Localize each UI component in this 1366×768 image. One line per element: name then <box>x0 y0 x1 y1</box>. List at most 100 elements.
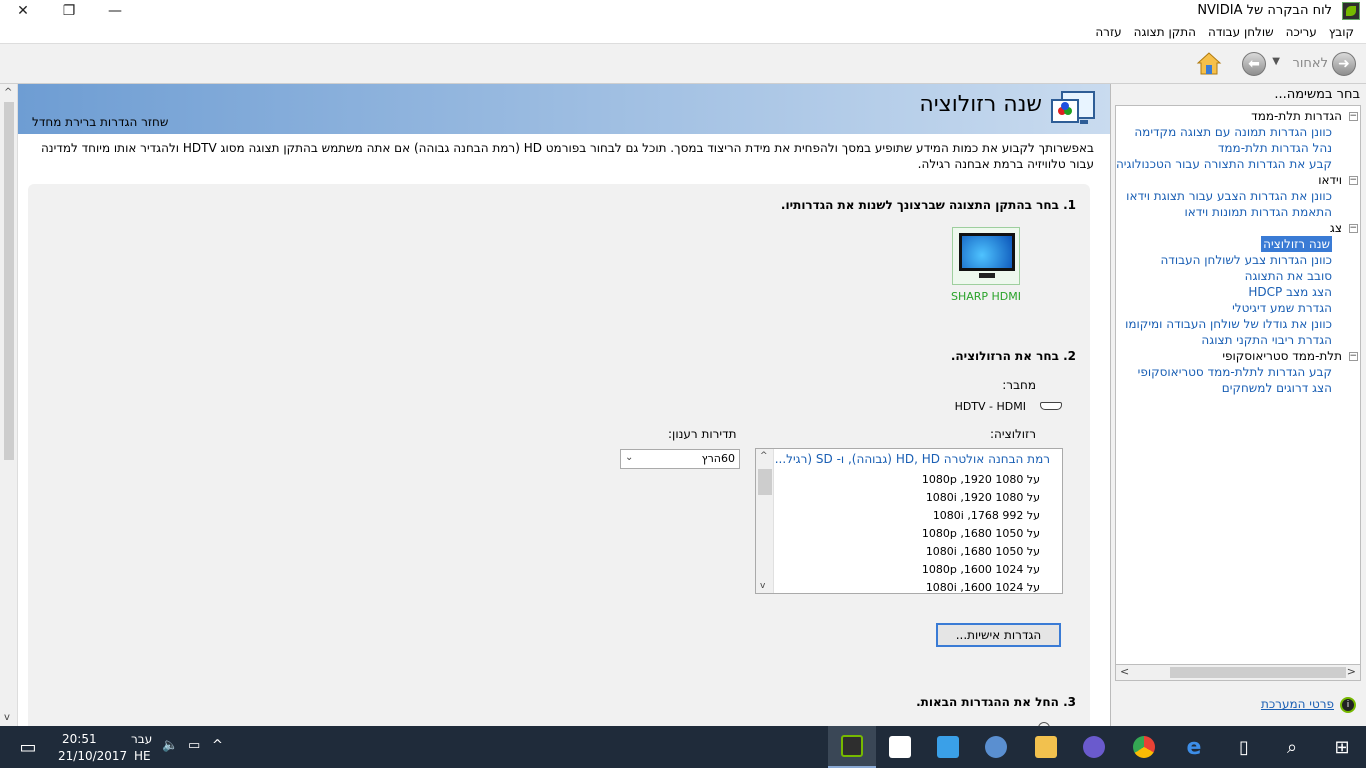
tree-item[interactable]: הצג דרוגים למשחקים <box>1222 380 1332 396</box>
forward-arrow-icon[interactable]: ⬅ <box>1242 52 1266 76</box>
maximize-button[interactable]: ❐ <box>46 0 92 22</box>
tree-item[interactable]: נהל הגדרות תלת-ממד <box>1218 140 1332 156</box>
scroll-down-icon[interactable]: v <box>760 581 765 591</box>
scroll-up-icon[interactable]: ^ <box>760 451 768 461</box>
resolution-item[interactable]: 1080i ,1920 על 1080 <box>926 491 1040 504</box>
tree-category-stereo-3d[interactable]: תלת-ממד סטריאוסקופי <box>1222 348 1342 364</box>
scroll-up-icon[interactable]: ^ <box>4 87 12 98</box>
windows-start-icon[interactable]: ⊞ <box>1318 726 1366 768</box>
tree-category-video[interactable]: וידאו <box>1318 172 1342 188</box>
page-description: באפשרותך לקבוע את כמות המידע שתופיע במסך… <box>40 141 1094 171</box>
resolution-item[interactable]: 1080p ,1680 על 1050 <box>922 527 1040 540</box>
task-pane: בחר במשימה... − הגדרות תלת-ממד כוונן הגד… <box>1110 84 1366 726</box>
tree-item[interactable]: קבע את הגדרות התצורה עבור הטכנולוגיה <box>1116 156 1332 172</box>
collapse-icon[interactable]: − <box>1349 112 1358 121</box>
display-name[interactable]: SHARP HDMI <box>938 290 1034 303</box>
connector-label: מחבר: <box>1002 378 1036 392</box>
photos-taskbar-icon[interactable] <box>876 726 924 768</box>
control-panel-taskbar-icon[interactable] <box>924 726 972 768</box>
search-icon[interactable]: ⌕ <box>1268 726 1316 768</box>
tree-item[interactable]: הצג מצב HDCP <box>1248 284 1332 300</box>
menu-display-device[interactable]: התקן תצוגה <box>1128 22 1202 43</box>
back-label[interactable]: לאחור <box>1293 56 1328 71</box>
collapse-icon[interactable]: − <box>1349 352 1358 361</box>
clock-date[interactable]: 21/10/2017 <box>58 749 127 763</box>
battery-icon[interactable]: ▭ <box>188 738 200 753</box>
customize-button[interactable]: הגדרות אישיות... <box>936 623 1061 647</box>
refresh-rate-select[interactable]: 60הרץ ⌄ <box>620 449 740 469</box>
resolution-list[interactable]: ^ v רמת הבחנה אולטרה HD, HD (גבוהה), ו- … <box>755 448 1063 594</box>
resolution-label: רזולוציה: <box>990 427 1036 441</box>
scroll-right-icon[interactable]: > <box>1347 665 1356 678</box>
app-taskbar-icon[interactable] <box>972 726 1020 768</box>
resolution-group-header[interactable]: רמת הבחנה אולטרה HD, HD (גבוהה), ו- SD (… <box>775 452 1050 466</box>
main-vertical-scrollbar[interactable]: ^ v <box>0 84 18 726</box>
volume-icon[interactable]: 🔈 <box>162 738 178 753</box>
collapse-icon[interactable]: − <box>1349 176 1358 185</box>
scroll-thumb[interactable] <box>1170 667 1346 678</box>
tree-item[interactable]: סובב את התצוגה <box>1245 268 1332 284</box>
close-button[interactable]: ✕ <box>0 0 46 22</box>
clock-time[interactable]: 20:51 <box>62 732 97 746</box>
tree-item-selected[interactable]: שנה רזולוציה <box>1261 236 1332 252</box>
page-title: שנה רזולוציה <box>919 92 1042 117</box>
step1-title: 1. בחר בהתקן התצוגה שברצונך לשנות את הגד… <box>780 198 1076 212</box>
tree-item[interactable]: התאמת הגדרות תמונות וידאו <box>1184 204 1332 220</box>
change-resolution-icon <box>1051 91 1095 124</box>
tree-category-3d[interactable]: הגדרות תלת-ממד <box>1251 108 1342 124</box>
main-content: שנה רזולוציה שחזר הגדרות ברירת מחדל באפש… <box>18 84 1110 726</box>
task-view-icon[interactable]: ▯ <box>1220 726 1268 768</box>
scroll-thumb[interactable] <box>4 102 14 460</box>
title-bar: ✕ ❐ — לוח הבקרה של NVIDIA <box>0 0 1366 22</box>
toolbar: ➜ לאחור ▼ ⬅ <box>0 44 1366 84</box>
system-information-link[interactable]: פרטי המערכת <box>1261 697 1334 711</box>
media-player-taskbar-icon[interactable] <box>1070 726 1118 768</box>
back-dropdown-icon[interactable]: ▼ <box>1272 56 1280 67</box>
file-explorer-taskbar-icon[interactable] <box>1022 726 1070 768</box>
menu-file[interactable]: קובץ <box>1323 22 1360 43</box>
tree-item[interactable]: קבע הגדרות לתלת-ממד סטריאוסקופי <box>1138 364 1332 380</box>
language-indicator[interactable]: עבר <box>131 732 152 746</box>
chrome-taskbar-icon[interactable] <box>1120 726 1168 768</box>
menu-desktop[interactable]: שולחן עבודה <box>1202 22 1280 43</box>
edge-taskbar-icon[interactable]: e <box>1170 726 1218 768</box>
resolution-item[interactable]: 1080p ,1600 על 1024 <box>922 563 1040 576</box>
chevron-down-icon: ⌄ <box>625 452 634 463</box>
resolution-item[interactable]: 1080p ,1920 על 1080 <box>922 473 1040 486</box>
restore-defaults-link[interactable]: שחזר הגדרות ברירת מחדל <box>32 115 168 129</box>
show-hidden-icons-icon[interactable]: ^ <box>212 738 223 753</box>
collapse-icon[interactable]: − <box>1349 224 1358 233</box>
resolution-item[interactable]: 1080i ,1768 על 992 <box>933 509 1040 522</box>
tree-item[interactable]: הגדרת שמע דיגיטלי <box>1232 300 1332 316</box>
tree-category-display[interactable]: צג <box>1330 220 1342 236</box>
scroll-left-icon[interactable]: < <box>1120 665 1129 678</box>
window-title: לוח הבקרה של NVIDIA <box>1197 3 1332 18</box>
resolution-item[interactable]: 1080i ,1600 על 1024 <box>926 581 1040 593</box>
info-icon[interactable]: i <box>1340 697 1356 713</box>
scroll-down-icon[interactable]: v <box>4 712 10 723</box>
taskbar: ▭ 20:51 21/10/2017 עבר HE 🔈 ▭ ^ e ▯ ⌕ ⊞ <box>0 726 1366 768</box>
scroll-thumb[interactable] <box>758 469 772 495</box>
resolution-list-scrollbar[interactable]: ^ v <box>756 449 774 593</box>
tree-item[interactable]: כוונן את הגדרות הצבע עבור תצוגת וידאו <box>1126 188 1332 204</box>
tree-item[interactable]: כוונן הגדרות תמונה עם תצוגה מקדימה <box>1134 124 1332 140</box>
page-banner: שנה רזולוציה שחזר הגדרות ברירת מחדל <box>18 84 1110 134</box>
display-tile-sharp-hdmi[interactable] <box>952 227 1020 285</box>
language-code[interactable]: HE <box>134 749 151 763</box>
notifications-icon[interactable]: ▭ <box>8 726 48 768</box>
nvidia-taskbar-icon[interactable] <box>828 726 876 768</box>
back-arrow-icon[interactable]: ➜ <box>1332 52 1356 76</box>
menu-bar: קובץ עריכה שולחן עבודה התקן תצוגה עזרה <box>0 22 1366 44</box>
home-icon[interactable] <box>1196 51 1222 77</box>
resolution-item[interactable]: 1080i ,1680 על 1050 <box>926 545 1040 558</box>
task-tree: − הגדרות תלת-ממד כוונן הגדרות תמונה עם ת… <box>1115 105 1361 667</box>
tree-item[interactable]: כוונן הגדרות צבע לשולחן העבודה <box>1160 252 1332 268</box>
tree-item[interactable]: הגדרת ריבוי התקני תצוגה <box>1201 332 1332 348</box>
monitor-icon <box>959 233 1015 271</box>
task-tree-horizontal-scrollbar[interactable]: < > <box>1115 664 1361 681</box>
tree-item[interactable]: כוונן את גודלו של שולחן העבודה ומיקומו <box>1125 316 1332 332</box>
menu-edit[interactable]: עריכה <box>1280 22 1323 43</box>
refresh-rate-value: 60הרץ <box>701 452 735 465</box>
menu-help[interactable]: עזרה <box>1089 22 1127 43</box>
minimize-button[interactable]: — <box>92 0 138 22</box>
